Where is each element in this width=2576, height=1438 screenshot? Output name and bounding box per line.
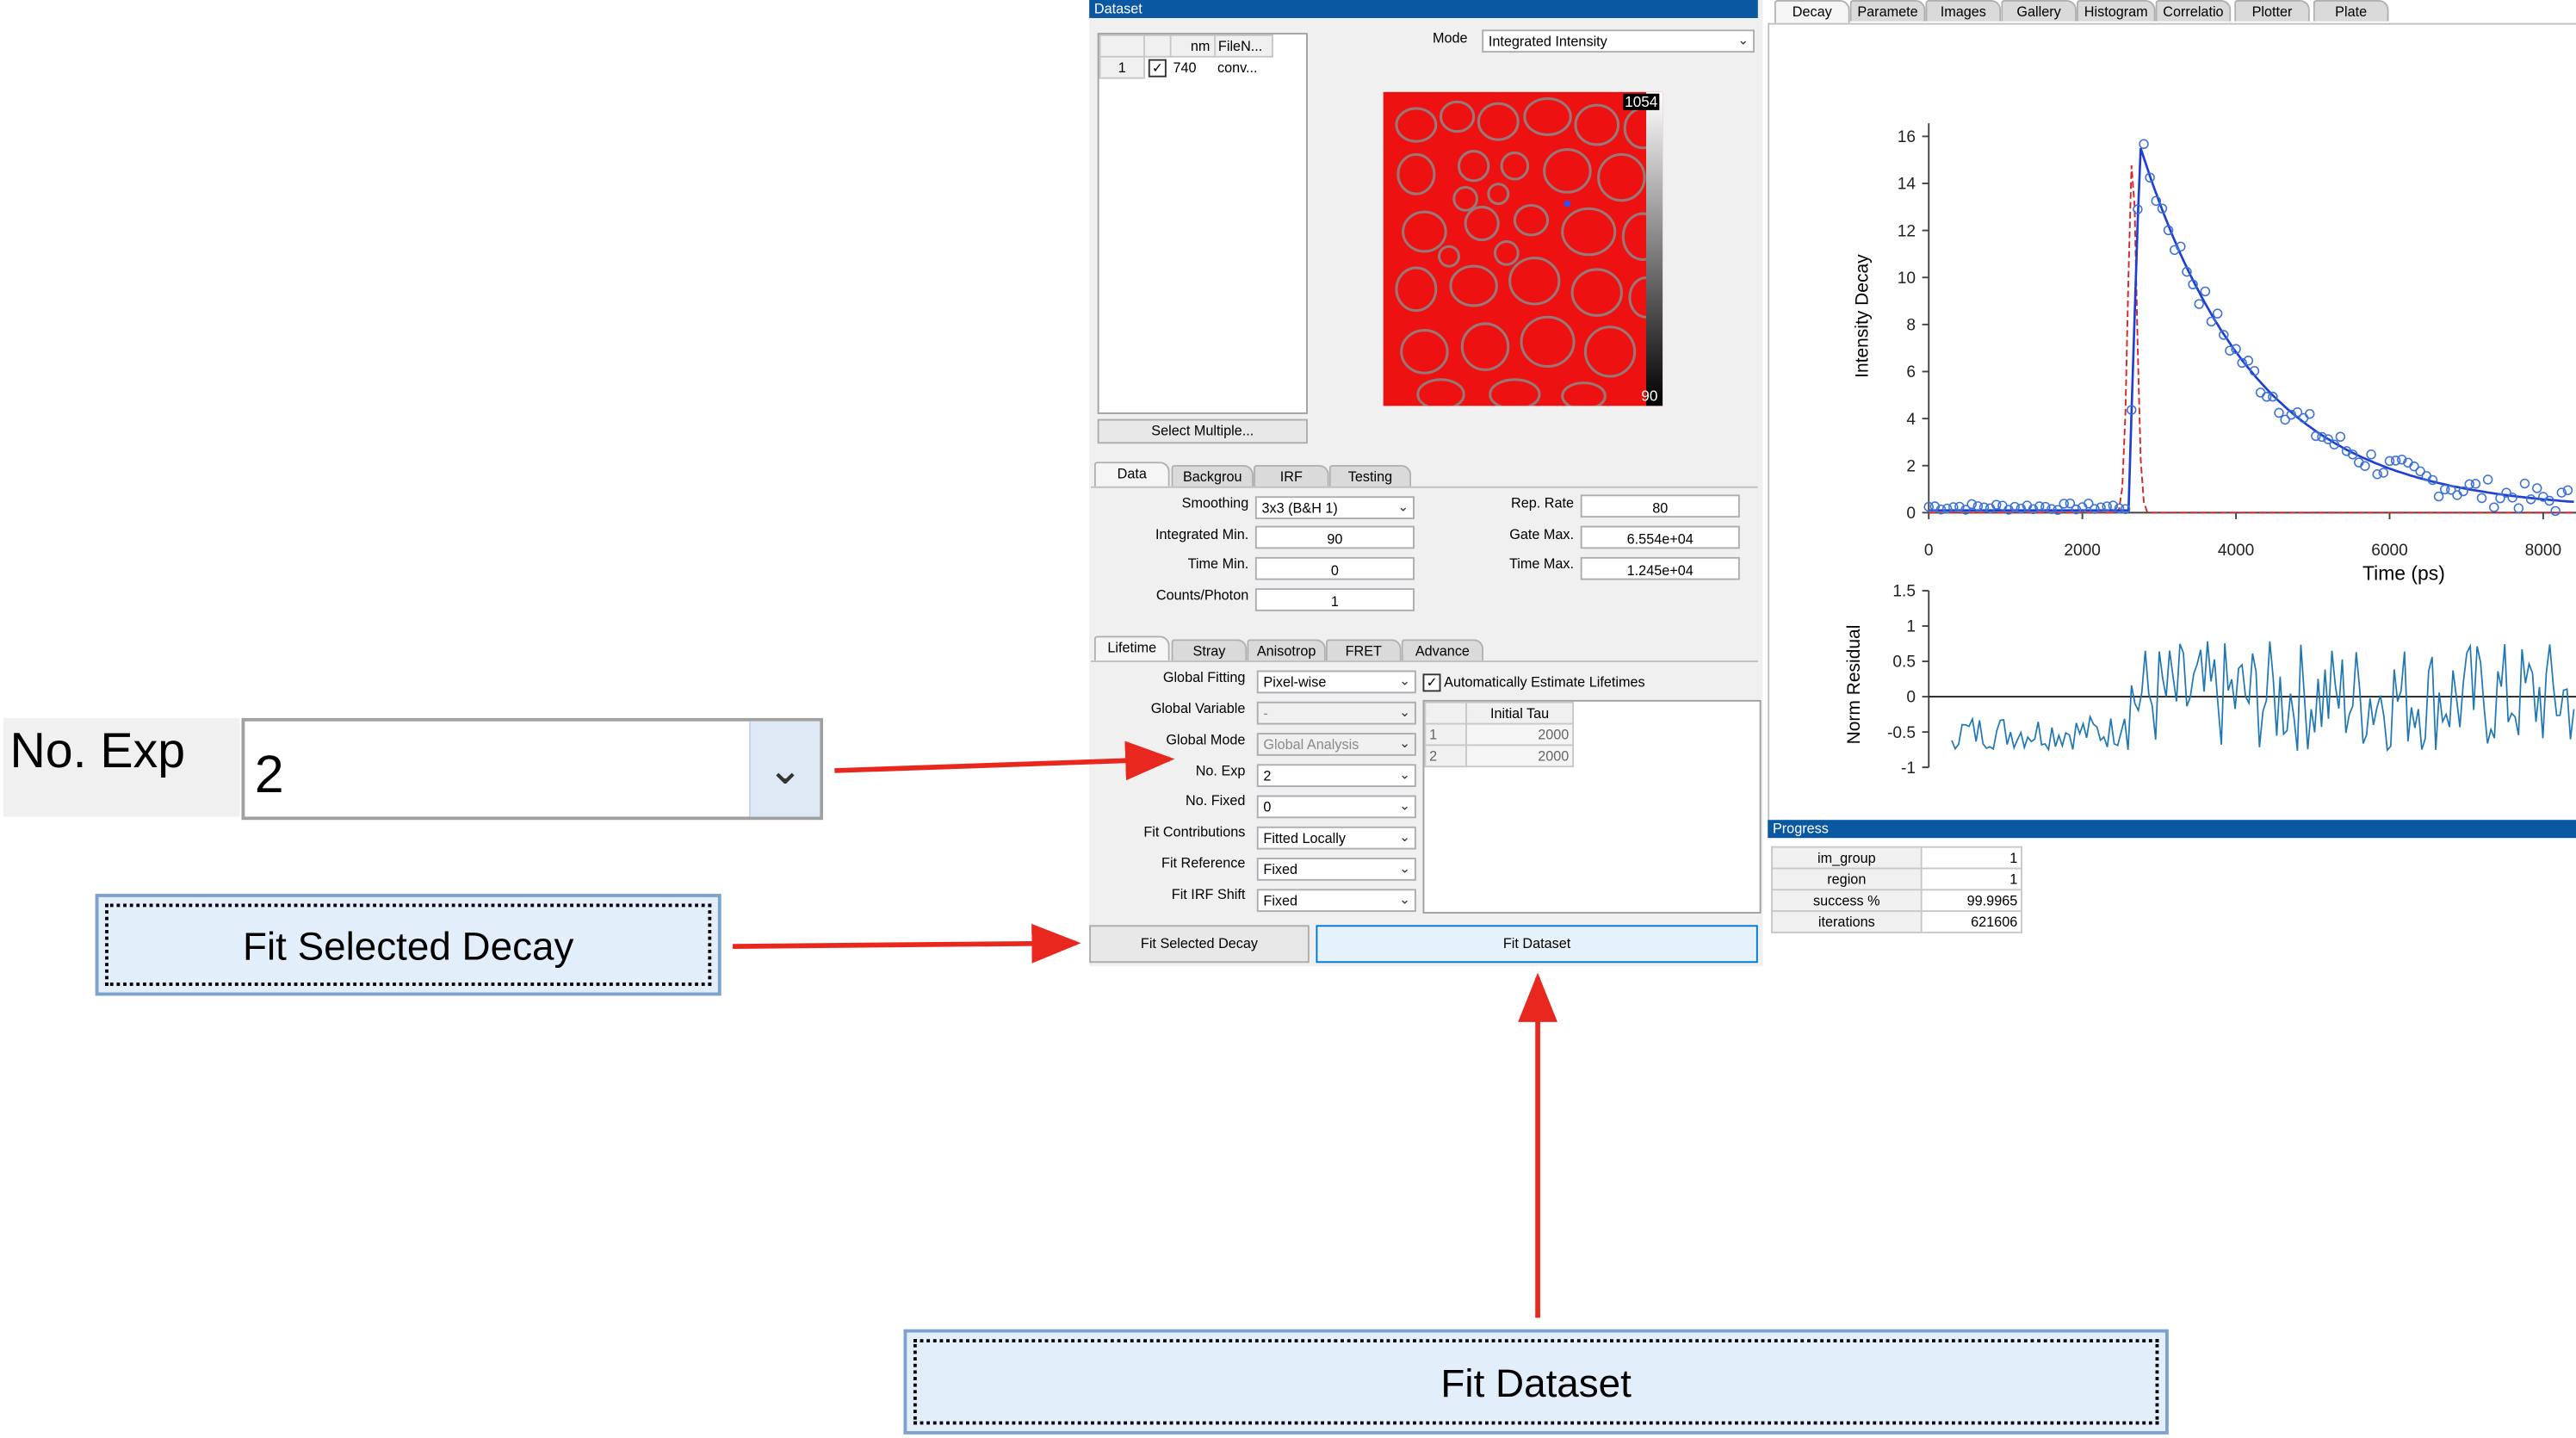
screenshot-stage: No. Exp 2 ⌄ Fit Selected Decay Fit Datas…	[0, 0, 2576, 1438]
annotation-arrows	[733, 741, 1557, 1318]
